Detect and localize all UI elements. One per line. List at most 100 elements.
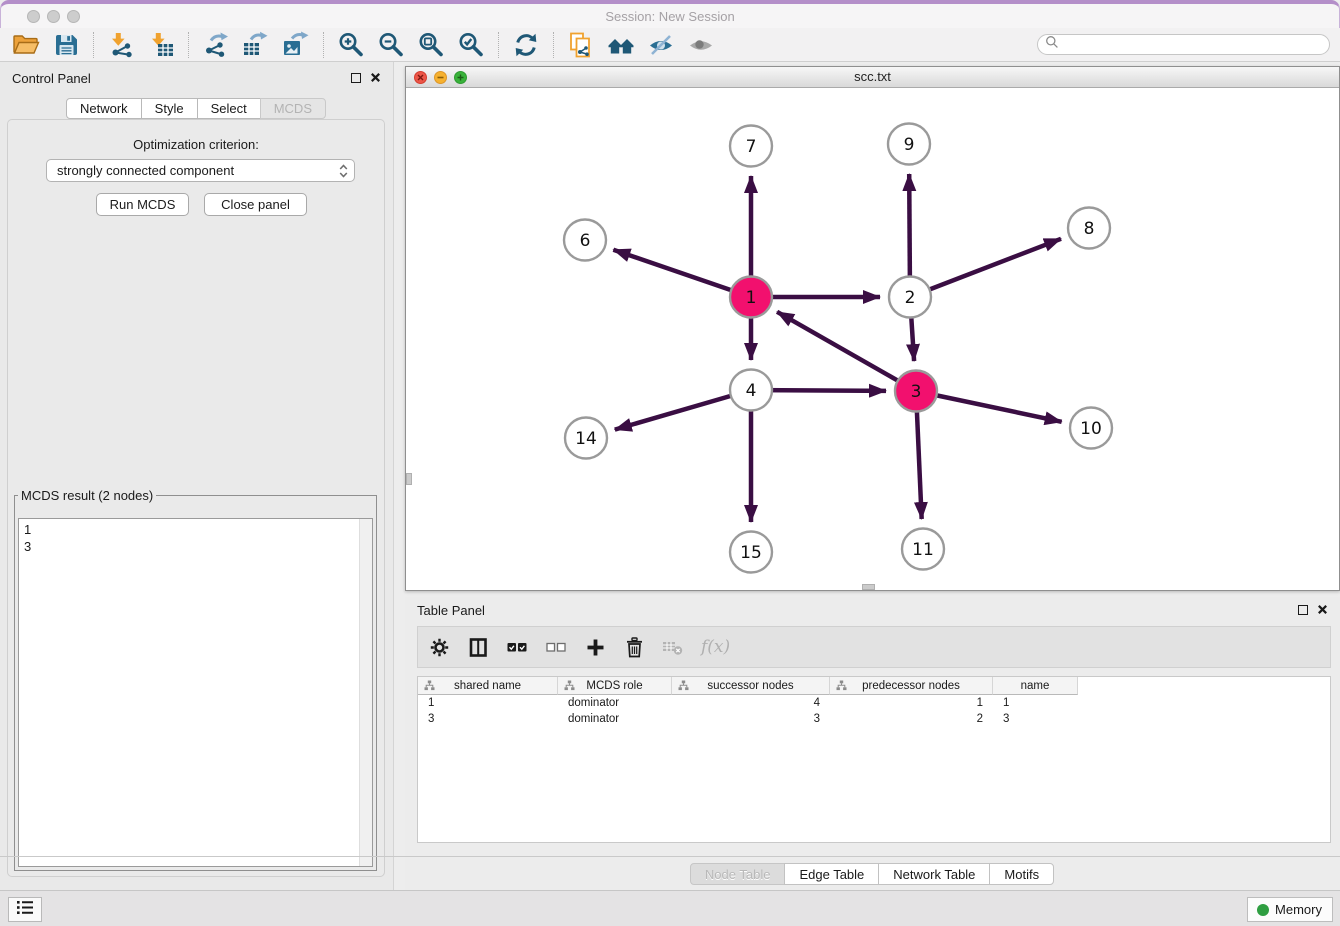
tab-motifs[interactable]: Motifs [989, 863, 1054, 885]
frame-minimize-icon[interactable] [434, 71, 447, 84]
export-image-button[interactable] [276, 29, 316, 61]
export-image-icon [282, 31, 310, 59]
graph-node-15[interactable]: 15 [730, 532, 772, 573]
network-frame: scc.txt 7 9 6 8 1 2 4 3 14 10 15 11 [405, 66, 1340, 591]
memory-button[interactable]: Memory [1247, 897, 1333, 922]
hide-selected-icon [647, 31, 675, 59]
export-table-button[interactable] [236, 29, 276, 61]
graph-node-8[interactable]: 8 [1068, 208, 1110, 249]
import-network-icon [107, 31, 135, 59]
export-network-button[interactable] [196, 29, 236, 61]
clone-network-icon [567, 31, 595, 59]
result-scrollbar[interactable] [359, 519, 372, 866]
table-cell[interactable]: 2 [830, 711, 993, 727]
table-cell[interactable]: 1 [830, 695, 993, 711]
search-input[interactable] [1059, 37, 1329, 53]
zoom-out-button[interactable] [371, 29, 411, 61]
zoom-in-button[interactable] [331, 29, 371, 61]
frame-close-icon[interactable] [414, 71, 427, 84]
memory-label: Memory [1275, 902, 1322, 917]
tab-network-table[interactable]: Network Table [878, 863, 990, 885]
close-panel-icon[interactable] [370, 71, 381, 86]
settings-icon [430, 638, 449, 657]
graph-node-1[interactable]: 1 [730, 277, 772, 318]
svg-text:8: 8 [1084, 219, 1095, 239]
show-columns-button[interactable] [467, 638, 489, 657]
delete-table-button [662, 639, 684, 656]
zoom-fit-button[interactable] [411, 29, 451, 61]
graph-node-11[interactable]: 11 [902, 529, 944, 570]
network-frame-title: scc.txt [406, 67, 1339, 87]
column-header-mcds-role[interactable]: MCDS role [558, 677, 672, 695]
add-row-button[interactable] [584, 638, 606, 657]
graph-node-2[interactable]: 2 [889, 277, 931, 318]
task-history-button[interactable] [8, 897, 42, 922]
zoom-fit-icon [417, 31, 445, 59]
graph-node-4[interactable]: 4 [730, 370, 772, 411]
zoom-in-icon [337, 31, 365, 59]
graph-node-7[interactable]: 7 [730, 126, 772, 167]
graph-edge-3-1[interactable] [777, 312, 916, 391]
horizontal-scroll-thumb[interactable] [862, 584, 875, 590]
column-header-successor-nodes[interactable]: successor nodes [672, 677, 830, 695]
table-cell[interactable]: 3 [672, 711, 830, 727]
svg-text:15: 15 [740, 543, 762, 563]
graph-node-14[interactable]: 14 [565, 418, 607, 459]
mcds-result-area[interactable]: 13 [18, 518, 373, 867]
refresh-network-button[interactable] [506, 29, 546, 61]
svg-text:11: 11 [912, 540, 934, 560]
clone-network-button[interactable] [561, 29, 601, 61]
table-cell[interactable]: dominator [558, 695, 672, 711]
run-mcds-button[interactable]: Run MCDS [96, 193, 189, 216]
column-header-predecessor-nodes[interactable]: predecessor nodes [830, 677, 993, 695]
network-frame-titlebar[interactable]: scc.txt [406, 67, 1339, 88]
save-session-button[interactable] [46, 29, 86, 61]
select-all-button[interactable] [506, 640, 528, 655]
tab-edge-table[interactable]: Edge Table [784, 863, 879, 885]
table-cell[interactable]: 3 [418, 711, 558, 727]
zoom-selected-button[interactable] [451, 29, 491, 61]
tab-select[interactable]: Select [197, 98, 261, 119]
open-session-button[interactable] [6, 29, 46, 61]
column-header-shared-name[interactable]: shared name [418, 677, 558, 695]
import-network-button[interactable] [101, 29, 141, 61]
column-header-name[interactable]: name [993, 677, 1078, 695]
table-tabs: Node TableEdge TableNetwork TableMotifs [405, 863, 1340, 885]
float-panel-icon[interactable] [351, 73, 361, 83]
graph-edge-2-8[interactable] [910, 239, 1061, 297]
show-all-button[interactable] [681, 29, 721, 61]
table-cell[interactable]: dominator [558, 711, 672, 727]
tree-icon [564, 680, 575, 694]
graph-node-10[interactable]: 10 [1070, 408, 1112, 449]
close-table-panel-icon[interactable] [1317, 603, 1328, 618]
hide-selected-button[interactable] [641, 29, 681, 61]
float-table-panel-icon[interactable] [1298, 605, 1308, 615]
table-cell[interactable]: 3 [993, 711, 1078, 727]
add-row-icon [586, 638, 605, 657]
network-view[interactable]: 7 9 6 8 1 2 4 3 14 10 15 11 [406, 88, 1339, 590]
graph-node-3[interactable]: 3 [895, 371, 937, 412]
criterion-dropdown[interactable]: strongly connected component [46, 159, 355, 182]
table-cell[interactable]: 1 [993, 695, 1078, 711]
vertical-scroll-thumb[interactable] [406, 473, 412, 485]
tab-node-table[interactable]: Node Table [690, 863, 786, 885]
first-neighbors-button[interactable] [601, 29, 641, 61]
table-row[interactable]: 3dominator323 [418, 711, 1330, 727]
graph-node-9[interactable]: 9 [888, 124, 930, 165]
tab-network[interactable]: Network [66, 98, 142, 119]
tab-mcds[interactable]: MCDS [260, 98, 326, 119]
deselect-all-button[interactable] [545, 640, 567, 655]
frame-maximize-icon[interactable] [454, 71, 467, 84]
graph-edge-3-10[interactable] [916, 391, 1062, 422]
tree-icon [424, 680, 435, 694]
graph-node-6[interactable]: 6 [564, 220, 606, 261]
table-row[interactable]: 1dominator411 [418, 695, 1330, 711]
delete-row-button[interactable] [623, 637, 645, 658]
settings-button[interactable] [428, 638, 450, 657]
tab-style[interactable]: Style [141, 98, 198, 119]
table-cell[interactable]: 1 [418, 695, 558, 711]
table-cell[interactable]: 4 [672, 695, 830, 711]
import-table-button[interactable] [141, 29, 181, 61]
search-box[interactable] [1037, 34, 1330, 55]
close-panel-button[interactable]: Close panel [204, 193, 307, 216]
